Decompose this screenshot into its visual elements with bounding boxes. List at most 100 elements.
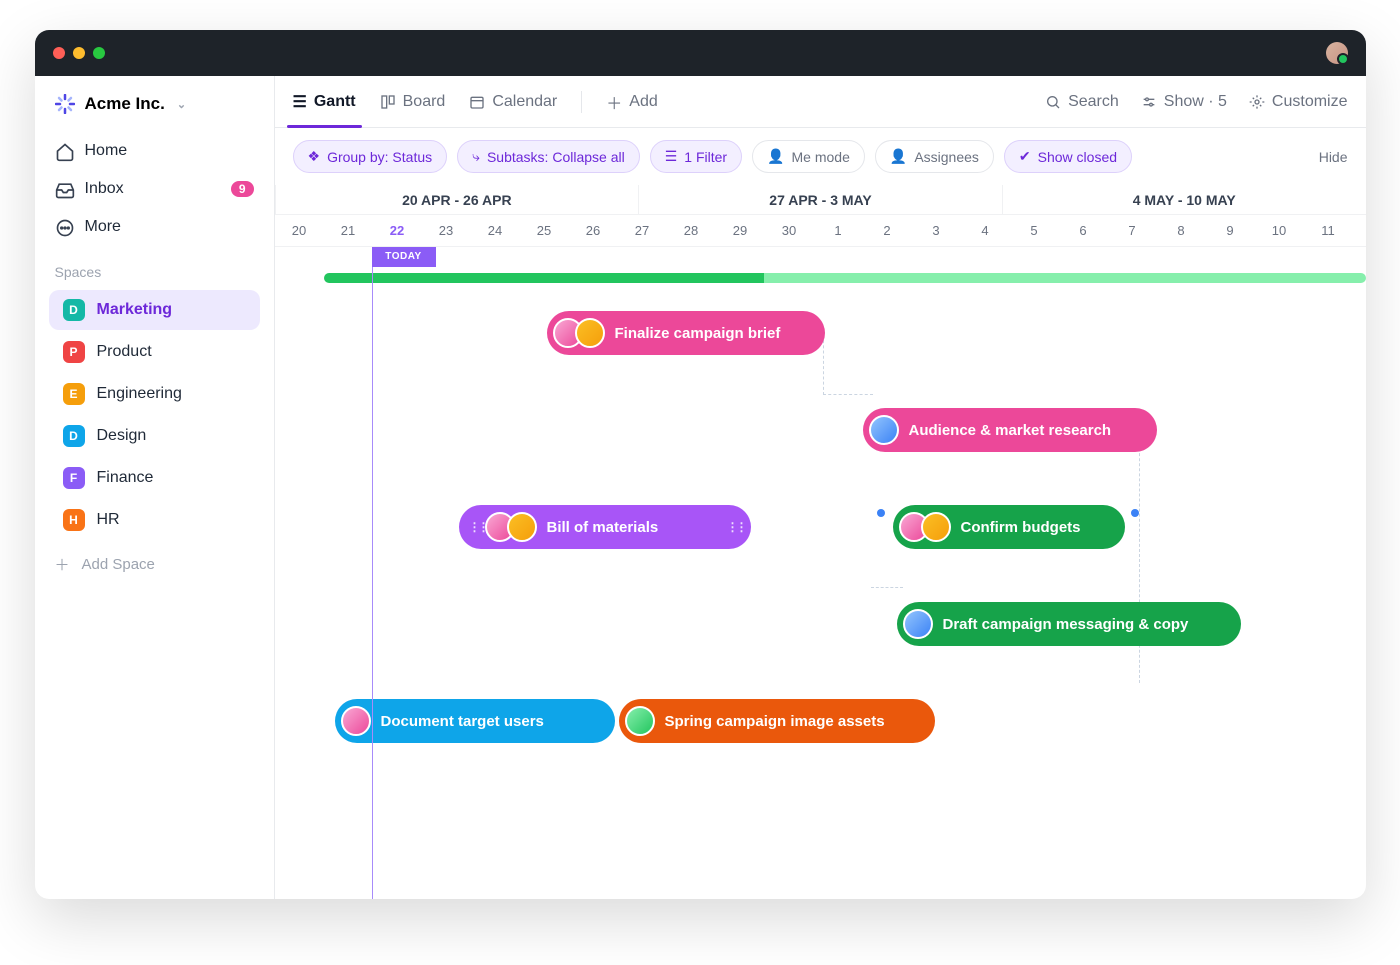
gantt-task-bar[interactable]: Document target users — [335, 699, 615, 743]
timeline-day-header: 9 — [1206, 215, 1255, 246]
sidebar-space-finance[interactable]: F Finance — [49, 458, 260, 498]
assignee-avatars — [553, 318, 605, 348]
timeline-day-header: 8 — [1157, 215, 1206, 246]
minimize-window-icon[interactable] — [73, 47, 85, 59]
timeline-day-header: 26 — [569, 215, 618, 246]
group-by-chip[interactable]: ❖Group by: Status — [293, 140, 448, 173]
show-closed-chip[interactable]: ✔Show closed — [1004, 140, 1132, 173]
current-user-avatar[interactable] — [1326, 42, 1348, 64]
space-label: Marketing — [97, 301, 173, 319]
customize-button[interactable]: Customize — [1249, 93, 1348, 111]
hide-filters-button[interactable]: Hide — [1319, 149, 1348, 165]
gantt-timeline: 20 APR - 26 APR27 APR - 3 MAY4 MAY - 10 … — [275, 185, 1366, 899]
timeline-week-header: 27 APR - 3 MAY — [638, 185, 1002, 214]
app-logo-icon — [55, 94, 75, 114]
gantt-task-bar[interactable]: Draft campaign messaging & copy — [897, 602, 1241, 646]
spaces-section-label: Spaces — [35, 246, 274, 288]
sidebar: Acme Inc. ⌄ Home Inbox 9 More Spaces D Ma… — [35, 76, 275, 899]
space-label: Engineering — [97, 385, 182, 403]
layers-icon: ❖ — [308, 148, 321, 165]
space-badge-icon: E — [63, 383, 85, 405]
search-button[interactable]: Search — [1045, 93, 1119, 111]
space-label: HR — [97, 511, 120, 529]
timeline-day-header: 6 — [1059, 215, 1108, 246]
space-badge-icon: D — [63, 299, 85, 321]
sidebar-space-hr[interactable]: H HR — [49, 500, 260, 540]
timeline-day-header: 12 — [1353, 215, 1366, 246]
space-badge-icon: F — [63, 467, 85, 489]
timeline-day-header: 23 — [422, 215, 471, 246]
inbox-icon — [55, 180, 73, 198]
timeline-day-header: 10 — [1255, 215, 1304, 246]
show-button[interactable]: Show · 5 — [1141, 93, 1227, 111]
timeline-day-header: 27 — [618, 215, 667, 246]
avatar — [507, 512, 537, 542]
gantt-task-bar[interactable]: Confirm budgets — [893, 505, 1125, 549]
timeline-week-header: 20 APR - 26 APR — [275, 185, 639, 214]
subtasks-chip[interactable]: ⤷Subtasks: Collapse all — [457, 140, 640, 173]
nav-inbox[interactable]: Inbox 9 — [35, 170, 274, 208]
gantt-task-bar[interactable]: Finalize campaign brief — [547, 311, 825, 355]
search-icon — [1045, 94, 1061, 110]
nav-more[interactable]: More — [35, 208, 274, 246]
more-icon — [55, 218, 73, 236]
add-space-button[interactable]: ＋ Add Space — [35, 542, 274, 587]
space-badge-icon: D — [63, 425, 85, 447]
timeline-day-header: 4 — [961, 215, 1010, 246]
today-marker: TODAY — [372, 247, 436, 267]
filter-bar: ❖Group by: Status ⤷Subtasks: Collapse al… — [275, 128, 1366, 185]
filter-icon: ☰ — [665, 148, 678, 165]
person-icon: 👤 — [890, 148, 907, 165]
avatar — [575, 318, 605, 348]
assignee-avatars — [485, 512, 537, 542]
sidebar-space-engineering[interactable]: E Engineering — [49, 374, 260, 414]
plus-icon: ＋ — [55, 554, 70, 575]
space-label: Product — [97, 343, 152, 361]
timeline-day-header: 7 — [1108, 215, 1157, 246]
nav-home[interactable]: Home — [35, 132, 274, 170]
me-mode-chip[interactable]: 👤Me mode — [752, 140, 865, 173]
view-tabs: ☰Gantt Board Calendar ＋Add Search Show ·… — [275, 76, 1366, 128]
avatar — [341, 706, 371, 736]
timeline-day-header: 11 — [1304, 215, 1353, 246]
avatar — [869, 415, 899, 445]
tab-gantt[interactable]: ☰Gantt — [293, 76, 356, 127]
assignee-avatars — [869, 415, 899, 445]
assignee-avatars — [341, 706, 371, 736]
window-titlebar — [35, 30, 1366, 76]
timeline-day-header: 29 — [716, 215, 765, 246]
sidebar-space-design[interactable]: DDesign — [49, 416, 260, 456]
tab-board[interactable]: Board — [380, 76, 446, 127]
maximize-window-icon[interactable] — [93, 47, 105, 59]
tab-calendar[interactable]: Calendar — [469, 76, 557, 127]
timeline-week-header: 4 MAY - 10 MAY — [1002, 185, 1366, 214]
today-line — [372, 247, 373, 899]
timeline-day-header: 2 — [863, 215, 912, 246]
filter-chip[interactable]: ☰1 Filter — [650, 140, 742, 173]
assignees-chip[interactable]: 👤Assignees — [875, 140, 994, 173]
space-label: Finance — [97, 469, 154, 487]
gantt-task-bar[interactable]: Audience & market research — [863, 408, 1157, 452]
timeline-day-header: 5 — [1010, 215, 1059, 246]
timeline-day-header: 28 — [667, 215, 716, 246]
workspace-name: Acme Inc. — [85, 94, 165, 114]
sidebar-space-marketing[interactable]: D Marketing — [49, 290, 260, 330]
task-label: Spring campaign image assets — [665, 713, 885, 730]
space-badge-icon: H — [63, 509, 85, 531]
person-icon: 👤 — [767, 148, 784, 165]
close-window-icon[interactable] — [53, 47, 65, 59]
assignee-avatars — [899, 512, 951, 542]
sidebar-space-product[interactable]: PProduct — [49, 332, 260, 372]
workspace-switcher[interactable]: Acme Inc. ⌄ — [35, 94, 274, 132]
task-label: Finalize campaign brief — [615, 325, 781, 342]
assignee-avatars — [625, 706, 655, 736]
gantt-task-bar[interactable]: Bill of materials — [459, 505, 751, 549]
chevron-down-icon: ⌄ — [177, 98, 186, 111]
timeline-day-header: 24 — [471, 215, 520, 246]
timeline-day-header: 25 — [520, 215, 569, 246]
avatar — [921, 512, 951, 542]
avatar — [625, 706, 655, 736]
gantt-task-bar[interactable]: Spring campaign image assets — [619, 699, 935, 743]
add-view-button[interactable]: ＋Add — [606, 76, 657, 127]
calendar-icon — [469, 94, 485, 110]
